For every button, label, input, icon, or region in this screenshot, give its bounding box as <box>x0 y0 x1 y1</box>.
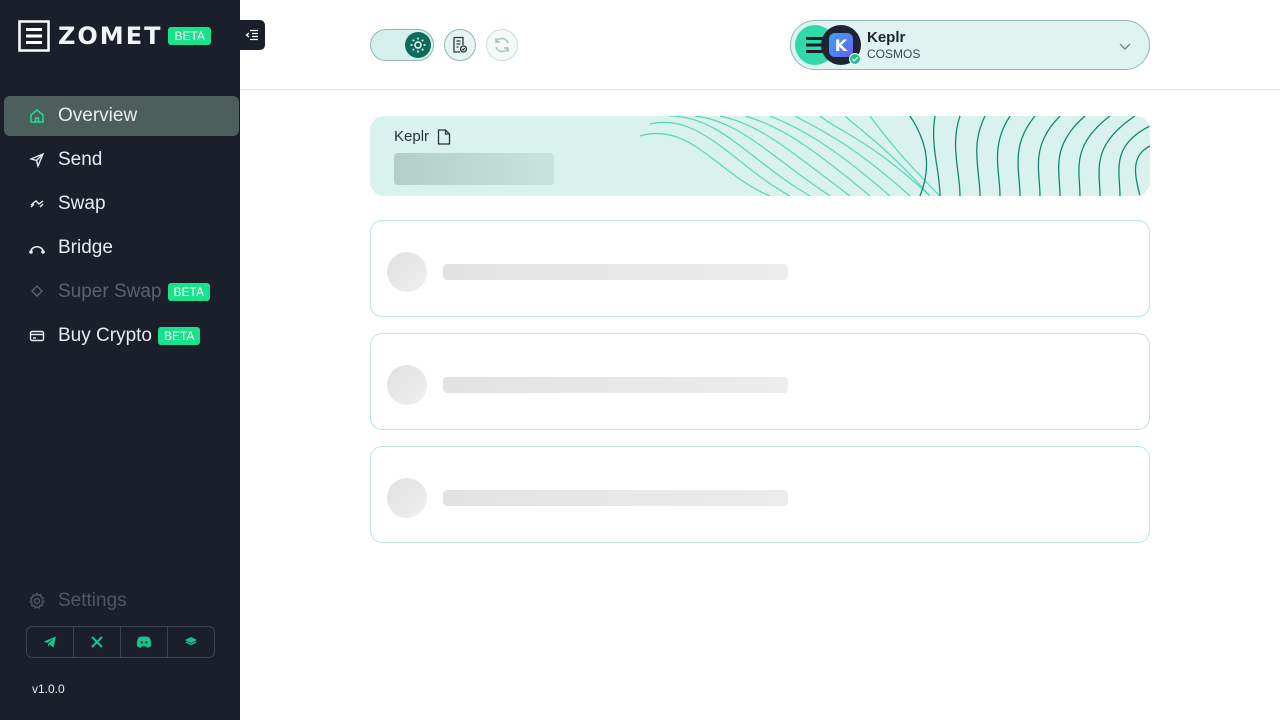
sidebar-item-super-swap[interactable]: Super Swap BETA <box>4 272 239 312</box>
sidebar-item-label: Swap <box>58 193 106 214</box>
sun-icon <box>405 32 431 58</box>
asset-text-skeleton <box>443 377 788 393</box>
docs-link[interactable] <box>168 627 214 657</box>
gear-icon <box>28 592 46 610</box>
bridge-icon <box>28 239 46 257</box>
asset-icon-skeleton <box>387 478 427 518</box>
chevron-down-icon <box>1119 43 1131 50</box>
collapse-menu-icon <box>244 29 258 41</box>
sidebar-collapse-button[interactable] <box>238 20 265 50</box>
settings-label: Settings <box>58 590 127 611</box>
wallet-selector[interactable]: K Keplr COSMOS <box>790 20 1150 70</box>
sidebar-item-label: Buy Crypto <box>58 325 152 346</box>
sidebar-item-buy-crypto[interactable]: Buy Crypto BETA <box>4 316 239 356</box>
buy-crypto-beta-badge: BETA <box>157 327 201 345</box>
transaction-history-button[interactable] <box>444 29 476 61</box>
x-icon <box>91 636 103 648</box>
sidebar-item-bridge[interactable]: Bridge <box>4 228 239 268</box>
sidebar-item-label: Super Swap <box>58 281 162 302</box>
balance-card: Keplr <box>370 116 1150 196</box>
sidebar-item-label: Send <box>58 149 103 170</box>
sidebar: ZOMET BETA Overview Send Swap Bridge Sup… <box>0 0 240 720</box>
asset-row-skeleton <box>370 333 1150 430</box>
brand[interactable]: ZOMET BETA <box>18 20 211 52</box>
home-icon <box>28 107 46 125</box>
theme-toggle[interactable] <box>370 29 434 61</box>
copy-document-icon[interactable] <box>437 128 451 145</box>
asset-row-skeleton <box>370 220 1150 317</box>
contour-pattern-decoration <box>639 116 1150 196</box>
history-doc-icon <box>453 36 468 53</box>
sidebar-nav: Overview Send Swap Bridge Super Swap BET… <box>4 96 239 360</box>
asset-text-skeleton <box>443 264 788 280</box>
telegram-icon <box>44 636 56 648</box>
discord-icon <box>136 636 152 648</box>
social-links <box>26 626 215 658</box>
wallet-name: Keplr <box>867 29 906 46</box>
card-icon <box>28 327 46 345</box>
swap-icon <box>28 195 46 213</box>
refresh-icon <box>495 37 509 53</box>
wallet-logos: K <box>795 25 865 65</box>
docs-icon <box>185 637 197 646</box>
asset-icon-skeleton <box>387 252 427 292</box>
zomet-logo-icon <box>18 20 50 52</box>
telegram-link[interactable] <box>27 627 74 657</box>
super-swap-icon <box>28 283 46 301</box>
brand-name: ZOMET <box>58 22 163 50</box>
asset-row-skeleton <box>370 446 1150 543</box>
connected-check-icon <box>849 53 861 65</box>
sidebar-item-swap[interactable]: Swap <box>4 184 239 224</box>
brand-beta-badge: BETA <box>168 27 211 45</box>
wallet-chain: COSMOS <box>867 47 921 61</box>
sidebar-item-label: Bridge <box>58 237 113 258</box>
send-icon <box>28 151 46 169</box>
top-header: K Keplr COSMOS <box>240 0 1280 90</box>
asset-text-skeleton <box>443 490 788 506</box>
sidebar-item-settings[interactable]: Settings <box>28 590 127 612</box>
sidebar-item-overview[interactable]: Overview <box>4 96 239 136</box>
x-link[interactable] <box>74 627 121 657</box>
balance-wallet-label: Keplr <box>394 128 451 145</box>
super-swap-beta-badge: BETA <box>167 283 210 301</box>
app-version: v1.0.0 <box>32 682 65 696</box>
discord-link[interactable] <box>121 627 168 657</box>
asset-icon-skeleton <box>387 365 427 405</box>
sidebar-item-send[interactable]: Send <box>4 140 239 180</box>
wallet-label-text: Keplr <box>394 128 430 145</box>
balance-loading-skeleton <box>394 153 554 185</box>
refresh-button[interactable] <box>486 29 518 61</box>
sidebar-item-label: Overview <box>58 105 138 126</box>
